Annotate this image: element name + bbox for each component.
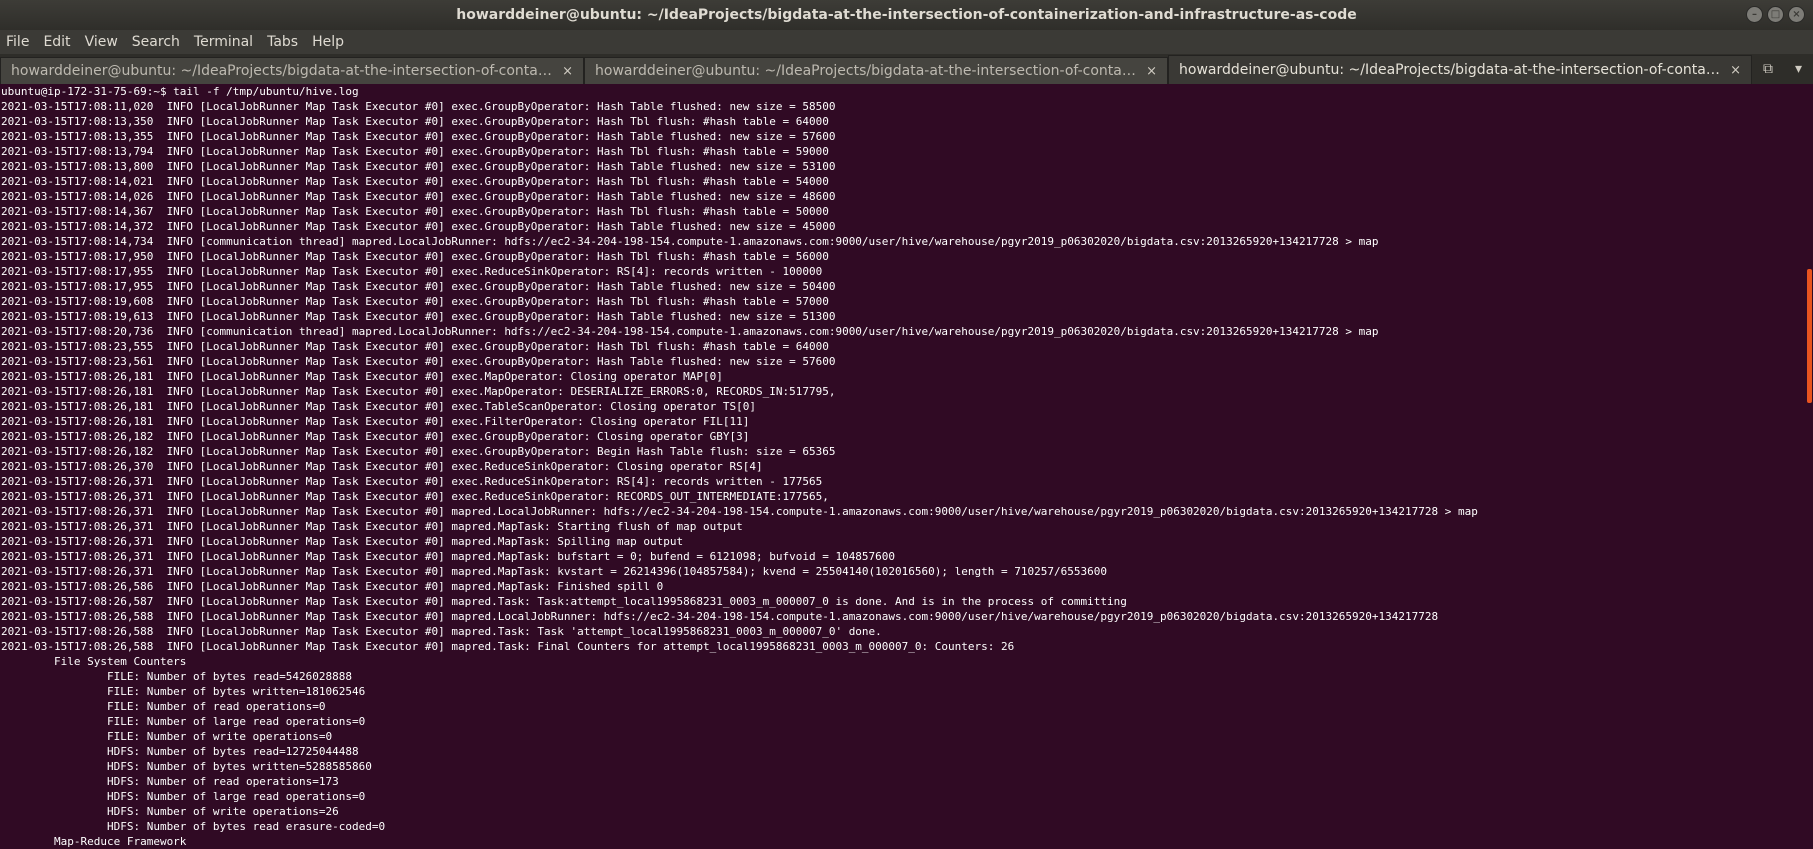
- menu-search[interactable]: Search: [132, 34, 180, 50]
- terminal-scrollbar[interactable]: [1806, 84, 1813, 849]
- terminal-line: 2021-03-15T17:08:11,020 INFO [LocalJobRu…: [1, 100, 836, 113]
- terminal-output[interactable]: ubuntu@ip-172-31-75-69:~$ tail -f /tmp/u…: [0, 84, 1800, 849]
- terminal-line: FILE: Number of read operations=0: [1, 700, 326, 713]
- terminal-line: FILE: Number of bytes read=5426028888: [1, 670, 352, 683]
- terminal-line: FILE: Number of bytes written=181062546: [1, 685, 366, 698]
- tab-label: howarddeiner@ubuntu: ~/IdeaProjects/bigd…: [595, 63, 1139, 79]
- terminal-line: 2021-03-15T17:08:26,586 INFO [LocalJobRu…: [1, 580, 664, 593]
- new-tab-icon[interactable]: ⧉: [1763, 61, 1773, 77]
- terminal-line: 2021-03-15T17:08:23,561 INFO [LocalJobRu…: [1, 355, 836, 368]
- terminal-line: Map-Reduce Framework: [1, 835, 187, 848]
- terminal-tab-1[interactable]: howarddeiner@ubuntu: ~/IdeaProjects/bigd…: [0, 57, 584, 84]
- tab-close-icon[interactable]: ×: [1146, 64, 1157, 79]
- tab-close-icon[interactable]: ×: [1730, 63, 1741, 78]
- terminal-line: 2021-03-15T17:08:26,181 INFO [LocalJobRu…: [1, 415, 750, 428]
- terminal-line: 2021-03-15T17:08:14,372 INFO [LocalJobRu…: [1, 220, 836, 233]
- scrollbar-thumb[interactable]: [1807, 269, 1812, 403]
- terminal-line: HDFS: Number of large read operations=0: [1, 790, 366, 803]
- terminal-line: 2021-03-15T17:08:19,608 INFO [LocalJobRu…: [1, 295, 829, 308]
- terminal-line: 2021-03-15T17:08:17,950 INFO [LocalJobRu…: [1, 250, 829, 263]
- terminal-line: 2021-03-15T17:08:26,588 INFO [LocalJobRu…: [1, 625, 882, 638]
- maximize-icon[interactable]: □: [1767, 6, 1784, 23]
- terminal-line: HDFS: Number of read operations=173: [1, 775, 339, 788]
- terminal-line: 2021-03-15T17:08:26,588 INFO [LocalJobRu…: [1, 610, 1439, 623]
- tab-bar: howarddeiner@ubuntu: ~/IdeaProjects/bigd…: [0, 54, 1813, 84]
- terminal-line: 2021-03-15T17:08:26,371 INFO [LocalJobRu…: [1, 550, 896, 563]
- terminal-line: File System Counters: [1, 655, 187, 668]
- tab-close-icon[interactable]: ×: [562, 64, 573, 79]
- terminal-line: HDFS: Number of write operations=26: [1, 805, 339, 818]
- close-icon[interactable]: ×: [1788, 6, 1805, 23]
- terminal-line: 2021-03-15T17:08:17,955 INFO [LocalJobRu…: [1, 265, 823, 278]
- menu-edit[interactable]: Edit: [43, 34, 70, 50]
- tab-label: howarddeiner@ubuntu: ~/IdeaProjects/bigd…: [1179, 62, 1723, 78]
- terminal-line: 2021-03-15T17:08:26,371 INFO [LocalJobRu…: [1, 565, 1107, 578]
- menu-terminal[interactable]: Terminal: [194, 34, 253, 50]
- terminal-line: 2021-03-15T17:08:26,181 INFO [LocalJobRu…: [1, 385, 836, 398]
- terminal-line: 2021-03-15T17:08:13,794 INFO [LocalJobRu…: [1, 145, 829, 158]
- terminal-line: 2021-03-15T17:08:19,613 INFO [LocalJobRu…: [1, 310, 836, 323]
- terminal-line: 2021-03-15T17:08:26,587 INFO [LocalJobRu…: [1, 595, 1127, 608]
- terminal-line: 2021-03-15T17:08:26,588 INFO [LocalJobRu…: [1, 640, 1015, 653]
- terminal-tab-2[interactable]: howarddeiner@ubuntu: ~/IdeaProjects/bigd…: [584, 57, 1168, 84]
- terminal-line: ubuntu@ip-172-31-75-69:~$ tail -f /tmp/u…: [1, 85, 359, 98]
- terminal-line: 2021-03-15T17:08:26,371 INFO [LocalJobRu…: [1, 505, 1478, 518]
- tab-dropdown-icon[interactable]: ▾: [1795, 61, 1802, 77]
- terminal-line: FILE: Number of write operations=0: [1, 730, 333, 743]
- window-title: howarddeiner@ubuntu: ~/IdeaProjects/bigd…: [456, 7, 1357, 23]
- terminal-line: 2021-03-15T17:08:26,371 INFO [LocalJobRu…: [1, 475, 823, 488]
- terminal-line: HDFS: Number of bytes read=12725044488: [1, 745, 359, 758]
- terminal-line: 2021-03-15T17:08:13,355 INFO [LocalJobRu…: [1, 130, 836, 143]
- terminal-line: 2021-03-15T17:08:26,370 INFO [LocalJobRu…: [1, 460, 763, 473]
- terminal-line: 2021-03-15T17:08:14,367 INFO [LocalJobRu…: [1, 205, 829, 218]
- terminal-line: 2021-03-15T17:08:23,555 INFO [LocalJobRu…: [1, 340, 829, 353]
- menu-help[interactable]: Help: [312, 34, 344, 50]
- menu-bar: File Edit View Search Terminal Tabs Help: [0, 30, 1813, 54]
- terminal-line: 2021-03-15T17:08:26,182 INFO [LocalJobRu…: [1, 430, 750, 443]
- terminal-line: 2021-03-15T17:08:26,181 INFO [LocalJobRu…: [1, 400, 756, 413]
- terminal-line: 2021-03-15T17:08:26,181 INFO [LocalJobRu…: [1, 370, 723, 383]
- terminal-tab-3-active[interactable]: howarddeiner@ubuntu: ~/IdeaProjects/bigd…: [1168, 55, 1752, 84]
- menu-file[interactable]: File: [6, 34, 29, 50]
- terminal-line: HDFS: Number of bytes read erasure-coded…: [1, 820, 386, 833]
- terminal-line: 2021-03-15T17:08:26,182 INFO [LocalJobRu…: [1, 445, 836, 458]
- terminal-line: 2021-03-15T17:08:20,736 INFO [communicat…: [1, 325, 1379, 338]
- terminal-line: 2021-03-15T17:08:13,350 INFO [LocalJobRu…: [1, 115, 829, 128]
- tab-tools: ⧉ ▾: [1752, 54, 1813, 84]
- terminal-line: 2021-03-15T17:08:13,800 INFO [LocalJobRu…: [1, 160, 836, 173]
- terminal-line: 2021-03-15T17:08:14,026 INFO [LocalJobRu…: [1, 190, 836, 203]
- terminal-line: HDFS: Number of bytes written=5288585860: [1, 760, 372, 773]
- menu-tabs[interactable]: Tabs: [267, 34, 298, 50]
- terminal-line: 2021-03-15T17:08:26,371 INFO [LocalJobRu…: [1, 520, 743, 533]
- tab-label: howarddeiner@ubuntu: ~/IdeaProjects/bigd…: [11, 63, 555, 79]
- terminal-line: 2021-03-15T17:08:17,955 INFO [LocalJobRu…: [1, 280, 836, 293]
- terminal-line: FILE: Number of large read operations=0: [1, 715, 366, 728]
- terminal-line: 2021-03-15T17:08:14,734 INFO [communicat…: [1, 235, 1379, 248]
- minimize-icon[interactable]: –: [1746, 6, 1763, 23]
- menu-view[interactable]: View: [85, 34, 118, 50]
- terminal-line: 2021-03-15T17:08:26,371 INFO [LocalJobRu…: [1, 535, 684, 548]
- terminal-line: 2021-03-15T17:08:14,021 INFO [LocalJobRu…: [1, 175, 829, 188]
- window-controls: – □ ×: [1746, 6, 1805, 23]
- window-titlebar: howarddeiner@ubuntu: ~/IdeaProjects/bigd…: [0, 0, 1813, 30]
- terminal-line: 2021-03-15T17:08:26,371 INFO [LocalJobRu…: [1, 490, 829, 503]
